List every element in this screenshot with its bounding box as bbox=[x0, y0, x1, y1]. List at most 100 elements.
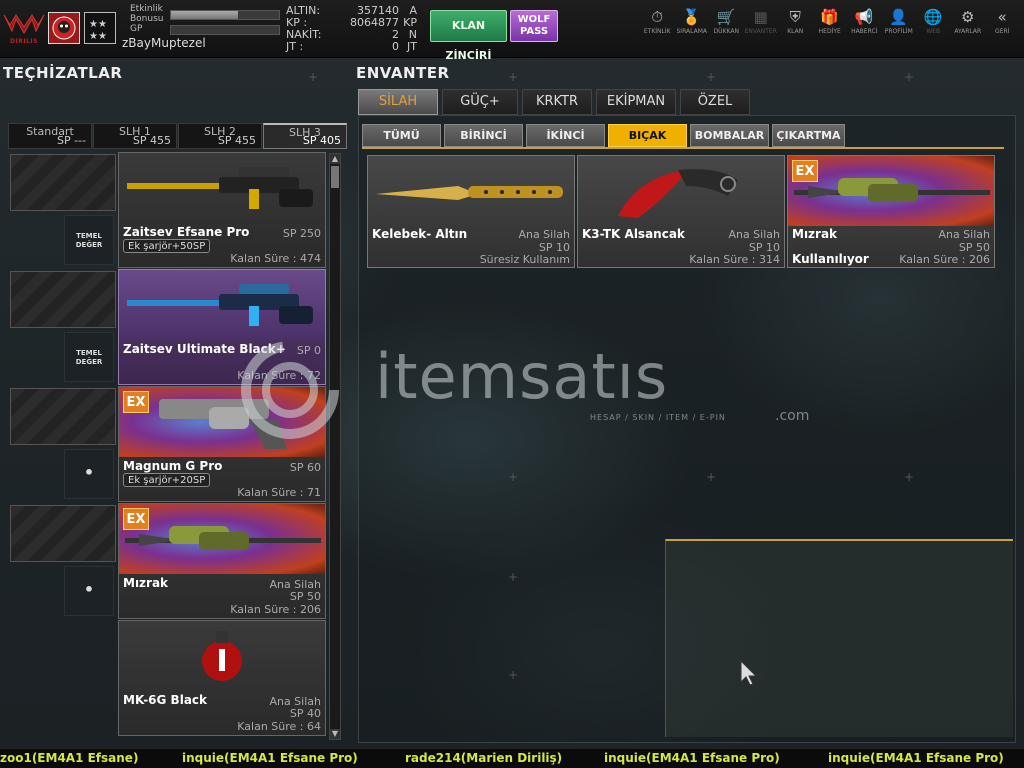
item-name: Mızrak bbox=[123, 576, 169, 590]
nav-megaphone[interactable]: 📢 HABERCİ bbox=[847, 8, 882, 48]
ticker-entry: inquie(EM4A1 Efsane Pro) bbox=[182, 751, 358, 765]
nav-label: PROFİLİM bbox=[884, 28, 913, 35]
sub-tab[interactable]: BIÇAK bbox=[608, 124, 687, 147]
slot-tab-1[interactable]: Standart SP --- bbox=[8, 123, 92, 149]
empty-slot[interactable] bbox=[10, 154, 116, 211]
sub-tab[interactable]: BOMBALAR bbox=[690, 124, 769, 147]
rank-insignia: ★★ ★★ bbox=[84, 12, 116, 44]
profile-icon: 👤 bbox=[889, 8, 909, 26]
equipment-list: TEMEL DEĞER Zaitsev Efsane Pro Ek şarjör+5… bbox=[10, 152, 342, 740]
nav-label: DÜKKAN bbox=[713, 28, 739, 35]
ticker-entry: rade214(Marien Diriliş) bbox=[405, 751, 563, 765]
nav-medal[interactable]: 🏅 SIRALAMA bbox=[675, 8, 710, 48]
gp-label: GP bbox=[130, 24, 143, 34]
equipment-row: TEMEL DEĞER Zaitsev Efsane Pro Ek şarjör+5… bbox=[10, 152, 342, 269]
item-category: Ana Silah bbox=[938, 228, 990, 241]
nav-gear[interactable]: ⚙ AYARLAR bbox=[951, 8, 986, 48]
item-detail-box bbox=[665, 539, 1013, 737]
top-bar: DIRILIS ★★ ★★ Etkinlik Bonusu GP zBayMup… bbox=[0, 0, 1024, 62]
main-tab[interactable]: ÖZEL bbox=[680, 89, 750, 115]
top-navigation: ⏱ ETKİNLİK 🏅 SIRALAMA 🛒 DÜKKAN ▦ ENVANTER ⛨ KLAN 🎁… bbox=[640, 8, 1020, 48]
empty-slot[interactable] bbox=[10, 505, 116, 562]
slot-tab-2[interactable]: SLH 1 SP 455 bbox=[93, 123, 177, 149]
nav-profile[interactable]: 👤 PROFİLİM bbox=[882, 8, 917, 48]
stopwatch-icon: ⏱ bbox=[651, 8, 664, 26]
slot-tab-sp: SP --- bbox=[56, 134, 86, 147]
nav-inventory[interactable]: ▦ ENVANTER bbox=[744, 8, 779, 48]
main-tab[interactable]: KRKTR bbox=[522, 89, 592, 115]
username: zBayMuptezel bbox=[122, 36, 206, 50]
slot-tab-4[interactable]: SLH 3 SP 405 bbox=[263, 123, 347, 149]
item-remaining-time: Kalan Süre : 314 bbox=[689, 253, 780, 266]
inventory-title: ENVANTER bbox=[356, 64, 450, 82]
scroll-up-icon[interactable]: ▲ bbox=[330, 154, 340, 164]
side-slot[interactable]: TEMEL DEĞER bbox=[64, 332, 114, 382]
nav-gift[interactable]: 🎁 HEDİYE bbox=[813, 8, 848, 48]
sub-tab[interactable]: İKİNCİ bbox=[526, 124, 605, 147]
decor-plus: + bbox=[904, 70, 915, 84]
nav-stopwatch[interactable]: ⏱ ETKİNLİK bbox=[640, 8, 675, 48]
item-name: Kelebek- Altın bbox=[372, 227, 468, 241]
scroll-thumb[interactable] bbox=[331, 166, 339, 188]
equipped-item-card[interactable]: EX Mızrak Ana Silah SP 50 Kalan Süre : 206 bbox=[118, 503, 326, 619]
bonus-bar bbox=[170, 10, 280, 20]
klan-zinciri-button[interactable]: KLAN ZİNCİRİ bbox=[430, 10, 507, 62]
item-bonus-badge: Ek şarjör+50SP bbox=[123, 239, 211, 253]
loadout-slot-tabs: Standart SP --- SLH 1 SP 455 SLH 2 SP 455 SLH … bbox=[8, 123, 347, 149]
weapon-image bbox=[119, 270, 325, 340]
mouse-cursor-icon bbox=[740, 659, 758, 689]
side-slot[interactable]: TEMEL DEĞER bbox=[64, 215, 114, 265]
item-sp: SP 250 bbox=[282, 227, 321, 240]
equipment-title: TEÇHİZATLAR bbox=[3, 64, 123, 82]
gp-bar bbox=[170, 25, 280, 35]
sub-tab[interactable]: TÜMÜ bbox=[362, 124, 441, 147]
nav-cart[interactable]: 🛒 DÜKKAN bbox=[709, 8, 744, 48]
nav-label: HEDİYE bbox=[818, 28, 841, 35]
slot-tab-sp: SP 455 bbox=[217, 134, 256, 147]
item-name: Zaitsev Efsane Pro bbox=[123, 225, 250, 239]
currency-panel: ALTIN: 357140 A KP :8064877 KP NAKİT: 2 N JT … bbox=[286, 5, 421, 53]
main-tab[interactable]: SİLAH bbox=[358, 89, 438, 115]
side-slot[interactable]: • bbox=[64, 566, 114, 616]
weapon-image bbox=[788, 156, 994, 226]
item-in-use-status: Kullanılıyor bbox=[792, 252, 869, 266]
ticker-entry: zoo1(EM4A1 Efsane) bbox=[0, 751, 139, 765]
item-sp: SP 40 bbox=[289, 707, 321, 720]
main-tab[interactable]: GÜÇ+ bbox=[442, 89, 518, 115]
side-slot[interactable]: • bbox=[64, 449, 114, 499]
slot-tab-3[interactable]: SLH 2 SP 455 bbox=[178, 123, 262, 149]
nav-label: SIRALAMA bbox=[676, 28, 707, 35]
equipped-item-card[interactable]: Zaitsev Ultimate Black+ SP 0 Kalan Süre : … bbox=[118, 269, 326, 385]
nav-back[interactable]: « GERİ bbox=[985, 8, 1020, 48]
inventory-item-card[interactable]: EX Mızrak Ana Silah SP 50 Kalan Süre : 206 Ku… bbox=[787, 155, 995, 268]
empty-slot[interactable] bbox=[10, 388, 116, 445]
equipment-row: • EX Magnum G Pro Ek şarjör+20SP SP 60 Kalan … bbox=[10, 386, 342, 503]
equipment-scrollbar[interactable]: ▲ ▼ bbox=[329, 153, 341, 740]
ex-badge-icon: EX bbox=[792, 160, 818, 182]
item-remaining-time: Kalan Süre : 71 bbox=[237, 486, 321, 499]
equipped-item-card[interactable]: MK-6G Black Ana Silah SP 40 Kalan Süre : 64 bbox=[118, 620, 326, 736]
equipped-item-card[interactable]: Zaitsev Efsane Pro Ek şarjör+50SP SP 250 Ka… bbox=[118, 152, 326, 268]
weapon-image bbox=[119, 621, 325, 691]
nav-shield[interactable]: ⛨ KLAN bbox=[778, 8, 813, 48]
nav-globe[interactable]: 🌐 WEB bbox=[916, 8, 951, 48]
clan-emblem[interactable] bbox=[48, 12, 80, 44]
sub-tab[interactable]: ÇIKARTMA bbox=[772, 124, 845, 147]
inventory-item-card[interactable]: Kelebek- Altın Ana Silah SP 10 Süresiz Kull… bbox=[367, 155, 575, 268]
ex-badge-icon: EX bbox=[123, 508, 149, 530]
scroll-down-icon[interactable]: ▼ bbox=[330, 729, 340, 739]
slot-tab-sp: SP 455 bbox=[132, 134, 171, 147]
wolf-pass-button[interactable]: WOLF PASS bbox=[510, 10, 558, 42]
logo-text: DIRILIS bbox=[10, 38, 38, 45]
nav-label: WEB bbox=[926, 28, 941, 35]
empty-slot[interactable] bbox=[10, 271, 116, 328]
nav-label: GERİ bbox=[995, 28, 1010, 35]
item-sp: SP 60 bbox=[289, 461, 321, 474]
equipped-item-card[interactable]: EX Magnum G Pro Ek şarjör+20SP SP 60 Kalan S… bbox=[118, 386, 326, 502]
item-category: Ana Silah bbox=[728, 228, 780, 241]
sub-tab[interactable]: BİRİNCİ bbox=[444, 124, 523, 147]
decor-plus: + bbox=[508, 668, 519, 682]
main-tab[interactable]: EKİPMAN bbox=[596, 89, 676, 115]
inventory-item-card[interactable]: K3-TK Alsancak Ana Silah SP 10 Kalan Süre :… bbox=[577, 155, 785, 268]
item-name: Zaitsev Ultimate Black+ bbox=[123, 342, 286, 356]
